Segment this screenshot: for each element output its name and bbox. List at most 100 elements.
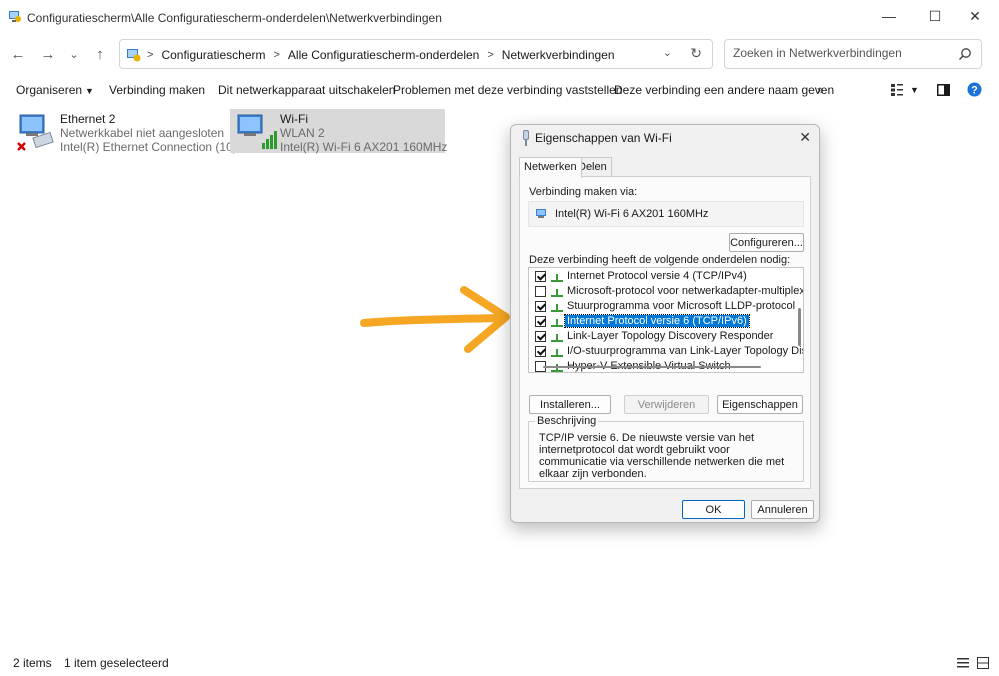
caret-down-icon: ▼ bbox=[85, 86, 94, 96]
arrow-up-icon: ↑ bbox=[96, 45, 104, 63]
protocol-icon bbox=[551, 349, 563, 357]
wifi-properties-dialog: Eigenschappen van Wi-Fi ✕ Netwerken Dele… bbox=[510, 124, 820, 523]
protocol-icon bbox=[551, 319, 563, 327]
details-view-icon[interactable] bbox=[957, 658, 969, 668]
component-checkbox[interactable] bbox=[535, 286, 546, 297]
search-box[interactable] bbox=[724, 39, 982, 69]
arrow-right-icon: → bbox=[40, 45, 56, 63]
breadcrumb-item[interactable]: Netwerkverbindingen bbox=[502, 48, 615, 62]
address-bar[interactable]: > Configuratiescherm > Alle Configuratie… bbox=[119, 39, 713, 69]
back-button[interactable]: ← bbox=[8, 44, 28, 64]
cancel-button[interactable]: Annuleren bbox=[751, 500, 814, 519]
search-icon[interactable] bbox=[958, 47, 972, 61]
chevron-right-icon[interactable]: > bbox=[273, 49, 279, 61]
adapter-name: Intel(R) Wi-Fi 6 AX201 160MHz bbox=[555, 208, 709, 220]
list-item[interactable]: Stuurprogramma voor Microsoft LLDP-proto… bbox=[529, 299, 795, 314]
horizontal-scrollbar[interactable] bbox=[543, 366, 761, 368]
chevron-right-icon[interactable]: > bbox=[487, 49, 493, 61]
ok-button[interactable]: OK bbox=[682, 500, 745, 519]
organize-menu[interactable]: Organiseren ▼ bbox=[16, 83, 94, 97]
close-icon: ✕ bbox=[969, 7, 981, 24]
component-checkbox[interactable] bbox=[535, 271, 546, 282]
description-text: TCP/IP versie 6. De nieuwste versie van … bbox=[539, 432, 785, 480]
annotation-arrow-icon bbox=[360, 286, 510, 353]
svg-text:?: ? bbox=[971, 85, 978, 97]
maximize-icon: ☐ bbox=[928, 7, 942, 24]
protocol-icon bbox=[551, 289, 563, 297]
connection-item-wifi[interactable]: Wi-Fi WLAN 2 Intel(R) Wi-Fi 6 AX201 160M… bbox=[230, 109, 448, 154]
breadcrumb: > Configuratiescherm > Alle Configuratie… bbox=[147, 48, 615, 62]
title-bar: Configuratiescherm\Alle Configuratiesche… bbox=[0, 0, 999, 34]
protocol-icon bbox=[551, 304, 563, 312]
connection-status: WLAN 2 bbox=[280, 126, 325, 140]
diagnose-button[interactable]: Problemen met deze verbinding vaststelle… bbox=[393, 83, 622, 97]
close-button[interactable]: ✕ bbox=[952, 0, 998, 32]
connection-name: Wi-Fi bbox=[280, 112, 308, 126]
connect-via-label: Verbinding maken via: bbox=[529, 186, 638, 198]
connection-adapter: Intel(R) Wi-Fi 6 AX201 160MHz bbox=[280, 140, 448, 154]
component-label: Link-Layer Topology Discovery Responder bbox=[567, 330, 774, 342]
refresh-icon[interactable]: ↻ bbox=[690, 45, 702, 62]
connect-button[interactable]: Verbinding maken bbox=[109, 83, 205, 97]
address-dropdown-icon[interactable]: ⌄ bbox=[663, 46, 672, 59]
minimize-button[interactable]: — bbox=[866, 0, 912, 32]
dialog-close-icon[interactable]: ✕ bbox=[799, 129, 811, 146]
description-group: Beschrijving TCP/IP versie 6. De nieuwst… bbox=[528, 415, 804, 482]
vertical-scrollbar[interactable] bbox=[798, 308, 801, 346]
item-count: 2 items bbox=[13, 656, 52, 670]
dialog-title: Eigenschappen van Wi-Fi bbox=[535, 131, 672, 145]
component-checkbox[interactable] bbox=[535, 301, 546, 312]
help-icon[interactable]: ? bbox=[967, 82, 982, 97]
install-button[interactable]: Installeren... bbox=[529, 395, 611, 414]
component-label: Stuurprogramma voor Microsoft LLDP-proto… bbox=[567, 300, 796, 312]
tiles-view-icon[interactable] bbox=[977, 657, 989, 669]
properties-button[interactable]: Eigenschappen bbox=[717, 395, 803, 414]
network-dialog-icon bbox=[523, 130, 529, 146]
chevron-down-icon: ⌄ bbox=[69, 48, 79, 61]
network-card-icon bbox=[536, 209, 546, 218]
control-panel-icon bbox=[9, 11, 21, 22]
connection-name: Ethernet 2 bbox=[60, 112, 116, 126]
description-title: Beschrijving bbox=[535, 415, 599, 427]
control-panel-icon bbox=[127, 49, 141, 62]
components-label: Deze verbinding heeft de volgende onderd… bbox=[529, 254, 791, 266]
component-checkbox[interactable] bbox=[535, 331, 546, 342]
more-commands-button[interactable]: » bbox=[817, 83, 824, 97]
preview-pane-icon[interactable] bbox=[937, 84, 950, 96]
status-bar: 2 items 1 item geselecteerd bbox=[0, 652, 999, 674]
component-label: I/O-stuurprogramma van Link-Layer Topolo… bbox=[567, 345, 803, 357]
breadcrumb-item[interactable]: Alle Configuratiescherm-onderdelen bbox=[288, 48, 479, 62]
connection-status: Netwerkkabel niet aangesloten bbox=[60, 126, 225, 140]
view-options-icon[interactable] bbox=[891, 84, 903, 96]
selection-count: 1 item geselecteerd bbox=[64, 656, 169, 670]
breadcrumb-item[interactable]: Configuratiescherm bbox=[161, 48, 265, 62]
component-label: Internet Protocol versie 4 (TCP/IPv4) bbox=[567, 270, 747, 282]
list-item[interactable]: Internet Protocol versie 4 (TCP/IPv4) bbox=[529, 269, 791, 284]
organize-label: Organiseren bbox=[16, 83, 83, 97]
configure-button[interactable]: Configureren... bbox=[729, 233, 804, 252]
connection-adapter: Intel(R) Ethernet Connection (10) ... bbox=[60, 140, 251, 154]
disable-device-button[interactable]: Dit netwerkapparaat uitschakelen bbox=[218, 83, 395, 97]
connection-item-ethernet[interactable]: Ethernet 2 Netwerkkabel niet aangesloten… bbox=[10, 109, 250, 154]
command-bar: Organiseren ▼ Verbinding maken Dit netwer… bbox=[0, 78, 999, 102]
component-checkbox[interactable] bbox=[535, 346, 546, 357]
component-checkbox[interactable] bbox=[535, 316, 546, 327]
list-item-selected[interactable]: Internet Protocol versie 6 (TCP/IPv6) bbox=[529, 314, 791, 329]
search-input[interactable] bbox=[733, 46, 953, 60]
list-item[interactable]: Link-Layer Topology Discovery Responder bbox=[529, 329, 791, 344]
component-label: Microsoft-protocol voor netwerkadapter-m… bbox=[567, 285, 804, 297]
up-button[interactable]: ↑ bbox=[90, 44, 110, 64]
tab-panel-netwerken: Verbinding maken via: Intel(R) Wi-Fi 6 A… bbox=[519, 176, 811, 489]
recent-locations-button[interactable]: ⌄ bbox=[64, 44, 84, 64]
components-list[interactable]: Internet Protocol versie 4 (TCP/IPv4) Mi… bbox=[528, 267, 804, 373]
address-row: ← → ⌄ ↑ > Configuratiescherm > Alle Conf… bbox=[0, 34, 999, 74]
view-dropdown-icon[interactable]: ▼ bbox=[910, 85, 919, 95]
protocol-icon bbox=[551, 334, 563, 342]
window-title: Configuratiescherm\Alle Configuratiesche… bbox=[27, 11, 442, 25]
rename-button[interactable]: Deze verbinding een andere naam geven bbox=[614, 83, 834, 97]
forward-button[interactable]: → bbox=[38, 44, 58, 64]
list-item[interactable]: I/O-stuurprogramma van Link-Layer Topolo… bbox=[529, 344, 803, 359]
protocol-icon bbox=[551, 274, 563, 282]
tab-netwerken[interactable]: Netwerken bbox=[519, 157, 582, 178]
list-item[interactable]: Microsoft-protocol voor netwerkadapter-m… bbox=[529, 284, 803, 299]
